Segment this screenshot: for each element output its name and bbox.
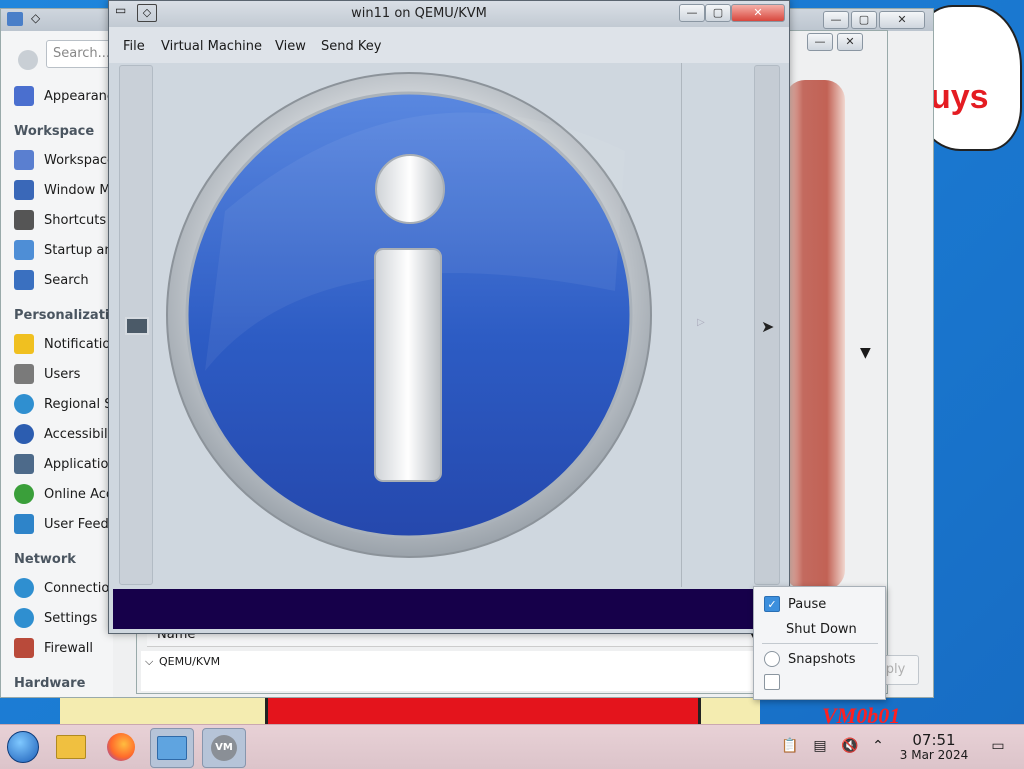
- clock-date[interactable]: 3 Mar 2024: [892, 748, 976, 762]
- online-accounts-icon: [14, 484, 34, 504]
- sidebar-item-online-accounts[interactable]: Online Acco: [14, 482, 114, 506]
- section-hardware: Hardware: [14, 676, 86, 691]
- console-menubar: File Virtual Machine View Send Key: [109, 27, 789, 63]
- console-minimize-button[interactable]: —: [679, 4, 705, 22]
- checkbox-checked-icon[interactable]: ✓: [764, 596, 780, 612]
- settings-close-button[interactable]: ✕: [879, 11, 925, 29]
- volume-muted-icon[interactable]: 🔇: [840, 736, 860, 756]
- console-titlebar[interactable]: ▭ ◇ win11 on QEMU/KVM — ▢ ✕: [109, 1, 789, 27]
- applications-icon: [14, 454, 34, 474]
- sidebar-item-applications[interactable]: Application: [14, 452, 114, 476]
- window-title: win11 on QEMU/KVM: [351, 6, 487, 21]
- appearance-icon: [14, 86, 34, 106]
- menu-item-pause[interactable]: ✓ Pause: [764, 593, 884, 615]
- taskbar-firefox[interactable]: [100, 728, 142, 766]
- monitor-icon: [125, 317, 149, 335]
- information-icon: [166, 72, 652, 558]
- feedback-icon: [14, 514, 34, 534]
- sidebar-item-notifications[interactable]: Notification: [14, 332, 114, 356]
- workspace-icon: [14, 150, 34, 170]
- users-icon: [14, 364, 34, 384]
- bell-icon: [14, 334, 34, 354]
- settings-minimize-button[interactable]: —: [823, 11, 849, 29]
- section-workspace: Workspace: [14, 124, 95, 139]
- accessibility-icon: [14, 424, 34, 444]
- vm-console-window: ▭ ◇ win11 on QEMU/KVM — ▢ ✕ File Virtual…: [108, 0, 790, 634]
- clock-time[interactable]: 07:51: [906, 731, 962, 749]
- cartoon-bubble-text: uys: [930, 78, 989, 116]
- menu-send-key[interactable]: Send Key: [321, 39, 381, 54]
- console-status-bar: [113, 589, 785, 629]
- menu-item-empty[interactable]: [764, 671, 884, 693]
- taskbar-file-manager[interactable]: [50, 728, 92, 766]
- combo-dropdown-icon[interactable]: ▼: [860, 345, 871, 361]
- connections-icon: [14, 578, 34, 598]
- vm-close-button[interactable]: ✕: [837, 33, 863, 51]
- sidebar-item-search[interactable]: Search: [14, 268, 114, 292]
- sidebar-item-accessibility[interactable]: Accessibility: [14, 422, 114, 446]
- firefox-icon: [107, 733, 135, 761]
- menu-item-shut-down[interactable]: Shut Down: [786, 618, 906, 640]
- show-desktop-icon[interactable]: ▭: [988, 736, 1008, 756]
- tray-expand-icon[interactable]: ⌃: [868, 736, 888, 756]
- sidebar-item-appearance[interactable]: Appearance: [14, 84, 114, 108]
- mouse-cursor-icon: ➤: [761, 317, 775, 336]
- sidebar-item-regional[interactable]: Regional Se: [14, 392, 114, 416]
- group-label: QEMU/KVM: [159, 655, 221, 668]
- keyboard-icon: [14, 210, 34, 230]
- virt-manager-icon: VM: [211, 735, 237, 761]
- details-preview-panel: [785, 80, 845, 590]
- radio-icon[interactable]: [764, 651, 780, 667]
- console-close-button[interactable]: ✕: [731, 4, 785, 22]
- sidebar-item-workspace[interactable]: Workspace: [14, 148, 114, 172]
- globe-icon: [14, 394, 34, 414]
- window-management-icon: [14, 180, 34, 200]
- search-icon: [14, 270, 34, 290]
- keep-above-icon[interactable]: ◇: [31, 11, 40, 25]
- vm-context-menu: ✓ Pause Shut Down Snapshots: [753, 586, 886, 700]
- notes-icon[interactable]: ▤: [810, 736, 830, 756]
- small-arrow-icon: ▷: [697, 317, 705, 328]
- system-settings-icon: [157, 736, 187, 760]
- menu-file[interactable]: File: [123, 39, 145, 54]
- sidebar-item-firewall[interactable]: Firewall: [14, 636, 114, 660]
- sidebar-item-users[interactable]: Users: [14, 362, 114, 386]
- startup-icon: [14, 240, 34, 260]
- menu-separator: [762, 643, 878, 644]
- taskbar-system-settings[interactable]: [150, 728, 194, 768]
- sidebar-item-window-management[interactable]: Window Ma: [14, 178, 114, 202]
- console-maximize-button[interactable]: ▢: [705, 4, 731, 22]
- clipboard-icon[interactable]: 📋: [780, 736, 800, 756]
- menu-item-snapshots[interactable]: Snapshots: [764, 648, 884, 670]
- settings-maximize-button[interactable]: ▢: [851, 11, 877, 29]
- display-divider: [681, 63, 682, 587]
- section-network: Network: [14, 552, 76, 567]
- network-settings-icon: [14, 608, 34, 628]
- sidebar-item-connections[interactable]: Connection: [14, 576, 114, 600]
- menu-virtual-machine[interactable]: Virtual Machine: [161, 39, 262, 54]
- file-manager-icon: [56, 735, 86, 759]
- menu-view[interactable]: View: [275, 39, 306, 54]
- vm-minimize-button[interactable]: —: [807, 33, 833, 51]
- start-menu-icon: [7, 731, 39, 763]
- firewall-icon: [14, 638, 34, 658]
- chevron-down-icon[interactable]: ⌵: [145, 655, 153, 669]
- sidebar-item-user-feedback[interactable]: User Feedb: [14, 512, 114, 536]
- checkbox-icon[interactable]: [764, 674, 780, 690]
- start-menu-button[interactable]: [2, 728, 44, 766]
- sidebar-item-network-settings[interactable]: Settings: [14, 606, 114, 630]
- vm-list-group-row[interactable]: ⌵ QEMU/KVM: [141, 651, 753, 691]
- settings-app-icon: [7, 12, 23, 26]
- taskbar-virt-manager[interactable]: VM: [202, 728, 246, 768]
- back-icon[interactable]: [18, 50, 38, 70]
- sidebar-item-startup[interactable]: Startup and: [14, 238, 114, 262]
- sidebar-item-shortcuts[interactable]: Shortcuts: [14, 208, 114, 232]
